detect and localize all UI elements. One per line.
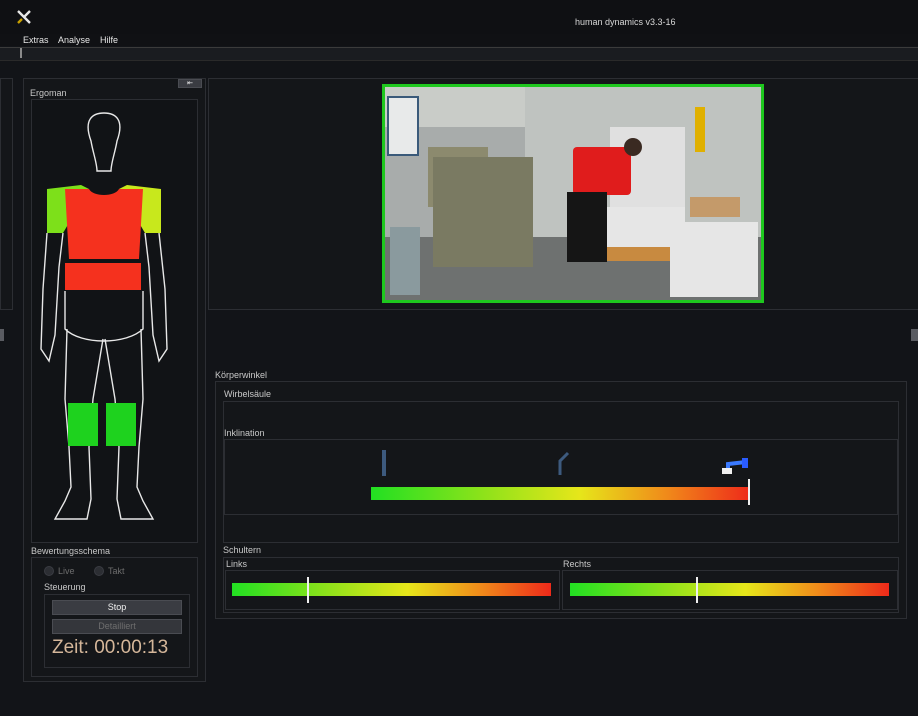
detailliert-button[interactable]: Detailliert [52, 619, 182, 634]
radio-live[interactable] [44, 566, 54, 576]
schulter-rechts-bar [570, 583, 889, 596]
body-figure [40, 112, 168, 520]
video-frame[interactable] [382, 84, 764, 303]
left-knee-zone [68, 403, 98, 446]
toolbar-handle[interactable] [20, 48, 22, 58]
collapse-panel-button[interactable]: ⇤ [178, 79, 202, 88]
menu-extras[interactable]: Extras [23, 35, 49, 45]
upright-posture-icon [382, 450, 386, 476]
bewertungsschema-title: Bewertungsschema [31, 546, 111, 556]
schulter-links-marker [307, 577, 309, 603]
ergoman-title: Ergoman [30, 88, 67, 98]
koerperwinkel-title: Körperwinkel [215, 370, 268, 380]
upper-torso-zone [65, 189, 143, 259]
lower-torso-zone [65, 263, 141, 290]
radio-live-label: Live [58, 566, 75, 576]
inklination-title: Inklination [224, 428, 265, 438]
hip-outline [64, 291, 144, 342]
radio-takt[interactable] [94, 566, 104, 576]
menu-hilfe[interactable]: Hilfe [100, 35, 118, 45]
schulter-rechts-marker [696, 577, 698, 603]
inklination-bar [371, 487, 750, 500]
left-arm-outline [40, 232, 64, 363]
left-splitter-handle[interactable] [0, 329, 4, 341]
app-logo-icon [17, 10, 31, 24]
schulter-rechts-title: Rechts [563, 559, 592, 569]
right-arm-outline [144, 232, 168, 363]
stop-button[interactable]: Stop [52, 600, 182, 615]
radio-takt-label: Takt [108, 566, 125, 576]
right-knee-zone [106, 403, 136, 446]
steuerung-title: Steuerung [44, 582, 86, 592]
schulter-links-bar [232, 583, 551, 596]
video-scene [385, 87, 761, 300]
toolbar [0, 47, 918, 61]
head-outline [87, 112, 121, 172]
inklination-marker [748, 479, 750, 505]
left-side-panel [0, 78, 13, 310]
deep-bend-posture-icon [722, 458, 748, 474]
schultern-title: Schultern [223, 545, 262, 555]
time-display: Zeit: 00:00:13 [52, 637, 169, 658]
wirbelsaeule-title: Wirbelsäule [224, 389, 272, 399]
schulter-links-title: Links [226, 559, 248, 569]
window-title: human dynamics v3.3-16 [575, 17, 676, 27]
menu-bar: Extras Analyse Hilfe [0, 34, 918, 46]
menu-analyse[interactable]: Analyse [58, 35, 90, 45]
title-bar [0, 0, 918, 35]
right-splitter-handle[interactable] [911, 329, 918, 341]
slight-bend-posture-icon [558, 451, 570, 475]
